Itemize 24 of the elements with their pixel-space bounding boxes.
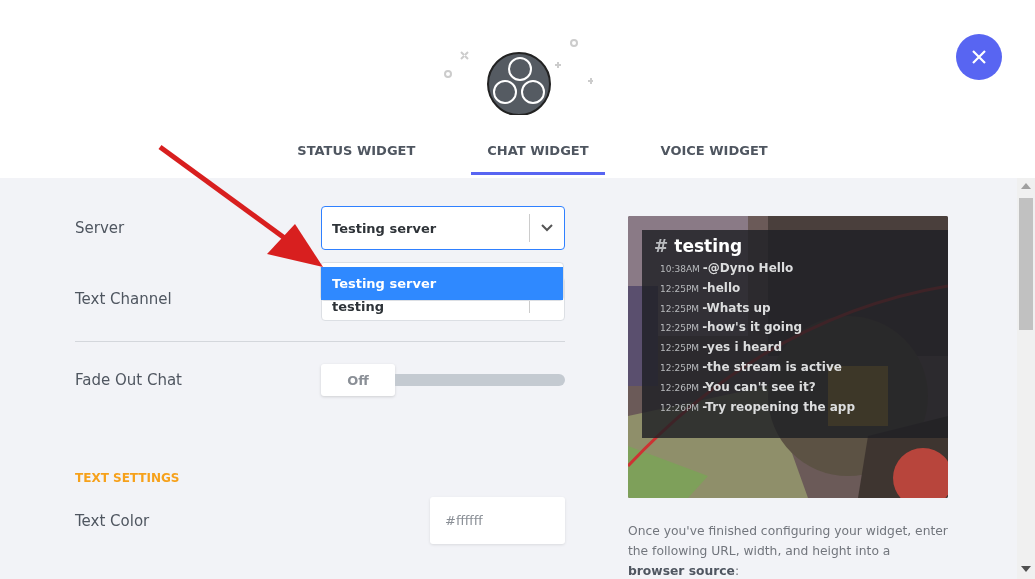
field-label: Server [75,219,125,237]
message-text: -yes i heard [702,340,782,355]
message-text: -Try reopening the app [702,399,855,414]
field-label: Text Channel [75,290,172,308]
message-time: 12:26PM [660,402,700,413]
message-time: 12:25PM [660,343,700,354]
message-text: -the stream is active [702,360,842,374]
message-text: -You can't see it? [702,379,816,394]
message-time: 10:38AM [660,264,700,274]
channel-name: testing [674,236,743,256]
field-label: Text Color [75,511,150,530]
instructions-text: Once you've finished configuring your widget, enter the following URL, width, and height into a browser source: [628,523,948,579]
section-heading: TEXT SETTINGS [75,471,181,485]
message-text: -hello [702,280,741,295]
field-label: Fade Out Chat [75,371,182,389]
message-text: -how's it going [702,320,803,335]
message-time: 12:25PM [660,283,700,294]
message-time: 12:25PM [660,303,700,314]
message-text: -Whats up [702,300,771,315]
message-text: -@Dyno Hello [702,261,794,275]
message-time: 12:26PM [660,382,700,393]
message-time: 12:25PM [660,363,700,373]
message-time: 12:25PM [660,323,700,334]
hash-symbol: # [654,236,669,256]
